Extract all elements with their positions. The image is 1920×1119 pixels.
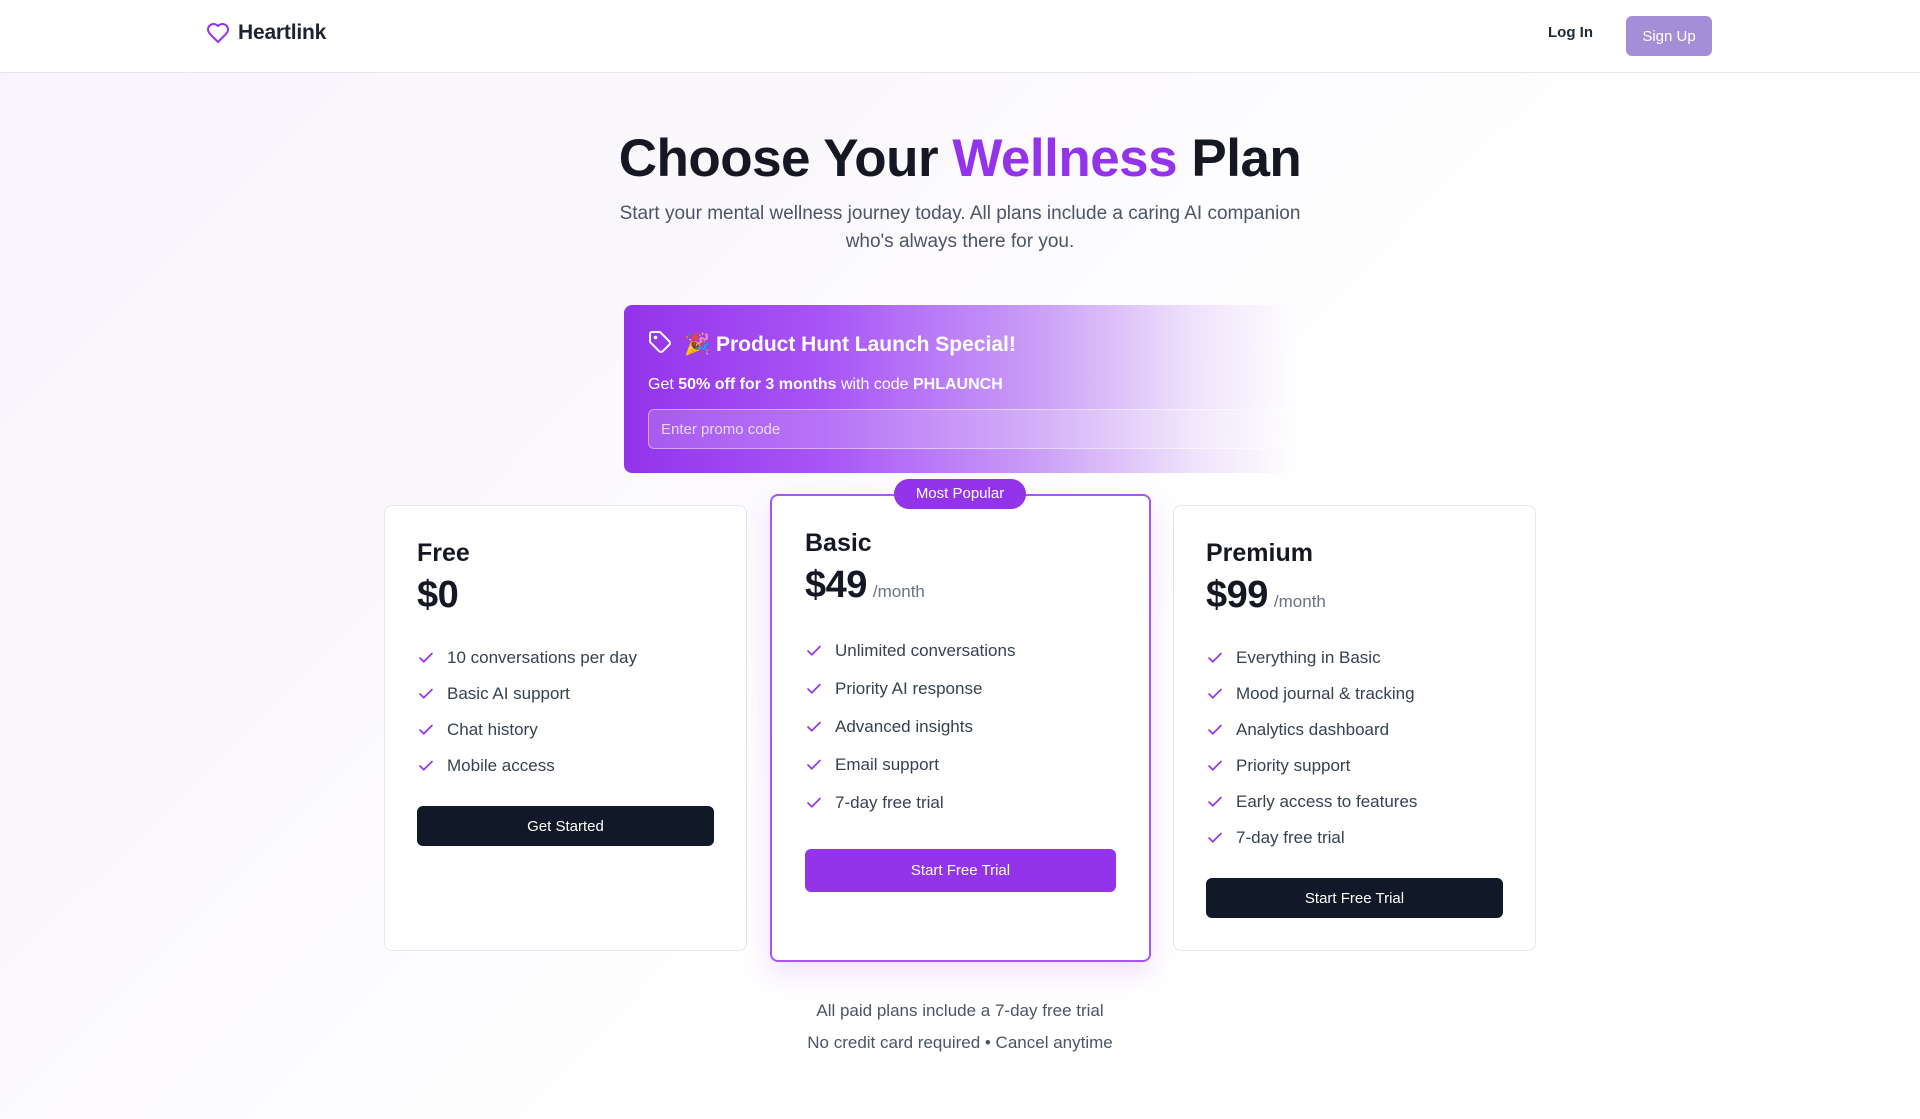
start-free-trial-button-basic[interactable]: Start Free Trial: [805, 849, 1116, 892]
promo-offer: 50% off for 3 months: [678, 376, 837, 393]
list-item: Everything in Basic: [1206, 640, 1417, 676]
check-icon: [417, 649, 435, 667]
billing-note: No credit card required • Cancel anytime: [807, 1033, 1113, 1052]
feature-text: Chat history: [447, 720, 538, 739]
plan-name: Basic: [805, 529, 872, 557]
feature-text: Unlimited conversations: [835, 641, 1016, 660]
plan-card-premium: Premium $99 /month Everything in Basic M…: [1173, 505, 1536, 951]
plan-card-free: Free $0 10 conversations per day Basic A…: [384, 505, 747, 951]
list-item: Priority support: [1206, 748, 1417, 784]
check-icon: [1206, 685, 1224, 703]
feature-text: Mobile access: [447, 756, 555, 775]
check-icon: [1206, 757, 1224, 775]
promo-description: Get 50% off for 3 months with code PHLAU…: [648, 376, 1003, 394]
tag-icon: [648, 330, 672, 359]
feature-text: Early access to features: [1236, 792, 1418, 811]
feature-text: Mood journal & tracking: [1236, 684, 1415, 703]
feature-list: Unlimited conversations Priority AI resp…: [805, 632, 1015, 822]
feature-text: 10 conversations per day: [447, 648, 637, 667]
check-icon: [1206, 793, 1224, 811]
promo-code: PHLAUNCH: [912, 376, 1003, 393]
check-icon: [1206, 829, 1224, 847]
promo-header: 🎉 Product Hunt Launch Special!: [648, 330, 1016, 359]
most-popular-badge: Most Popular: [894, 479, 1026, 509]
feature-text: Advanced insights: [835, 717, 973, 736]
top-nav: Heartlink Log In Sign Up: [0, 0, 1920, 73]
feature-text: Priority AI response: [835, 679, 983, 698]
list-item: Basic AI support: [417, 676, 637, 712]
list-item: Unlimited conversations: [805, 632, 1015, 670]
page-title: Choose Your Wellness Plan: [0, 128, 1920, 189]
feature-text: Basic AI support: [447, 684, 570, 703]
promo-title: 🎉 Product Hunt Launch Special!: [684, 332, 1016, 356]
list-item: Mood journal & tracking: [1206, 676, 1417, 712]
feature-text: Everything in Basic: [1236, 648, 1381, 667]
promo-banner: 🎉 Product Hunt Launch Special! Get 50% o…: [624, 305, 1296, 473]
feature-list: Everything in Basic Mood journal & track…: [1206, 640, 1417, 856]
check-icon: [1206, 649, 1224, 667]
check-icon: [417, 685, 435, 703]
plan-name: Premium: [1206, 539, 1313, 567]
brand-logo[interactable]: Heartlink: [206, 21, 326, 45]
signup-button[interactable]: Sign Up: [1626, 16, 1712, 56]
list-item: Advanced insights: [805, 708, 1015, 746]
list-item: Early access to features: [1206, 784, 1417, 820]
price-amount: $0: [417, 574, 459, 616]
title-part-3: Plan: [1191, 129, 1302, 188]
price-period: /month: [872, 582, 925, 601]
heart-icon: [206, 21, 230, 45]
list-item: Chat history: [417, 712, 637, 748]
list-item: 10 conversations per day: [417, 640, 637, 676]
feature-text: Analytics dashboard: [1236, 720, 1390, 739]
list-item: 7-day free trial: [1206, 820, 1417, 856]
check-icon: [1206, 721, 1224, 739]
title-accent: Wellness: [952, 129, 1178, 188]
page-subtitle: Start your mental wellness journey today…: [619, 203, 1301, 252]
trial-note: All paid plans include a 7-day free tria…: [816, 1001, 1104, 1020]
price-amount: $99: [1206, 574, 1268, 616]
feature-text: Priority support: [1236, 756, 1351, 775]
list-item: Email support: [805, 746, 1015, 784]
price-amount: $49: [805, 564, 867, 606]
feature-text: 7-day free trial: [835, 793, 944, 812]
plan-card-basic: Basic $49 /month Unlimited conversations…: [770, 494, 1151, 962]
check-icon: [805, 718, 823, 736]
price-period: /month: [1273, 592, 1326, 611]
get-started-button[interactable]: Get Started: [417, 806, 714, 846]
plan-price: $49 /month: [805, 564, 925, 607]
list-item: Priority AI response: [805, 670, 1015, 708]
check-icon: [805, 642, 823, 660]
promo-text-prefix: Get: [648, 376, 674, 393]
check-icon: [805, 680, 823, 698]
promo-text-middle: with code: [840, 376, 909, 393]
feature-list: 10 conversations per day Basic AI suppor…: [417, 640, 637, 784]
promo-code-input[interactable]: [648, 409, 1296, 449]
feature-text: Email support: [835, 755, 939, 774]
check-icon: [805, 794, 823, 812]
check-icon: [805, 756, 823, 774]
start-free-trial-button-premium[interactable]: Start Free Trial: [1206, 878, 1503, 918]
list-item: Analytics dashboard: [1206, 712, 1417, 748]
list-item: 7-day free trial: [805, 784, 1015, 822]
plan-name: Free: [417, 539, 470, 567]
list-item: Mobile access: [417, 748, 637, 784]
plan-price: $99 /month: [1206, 574, 1326, 617]
check-icon: [417, 757, 435, 775]
plan-price: $0: [417, 574, 459, 617]
brand-name: Heartlink: [238, 21, 327, 44]
login-button[interactable]: Log In: [1548, 24, 1593, 41]
title-part-1: Choose Your: [618, 129, 939, 188]
check-icon: [417, 721, 435, 739]
feature-text: 7-day free trial: [1236, 828, 1345, 847]
